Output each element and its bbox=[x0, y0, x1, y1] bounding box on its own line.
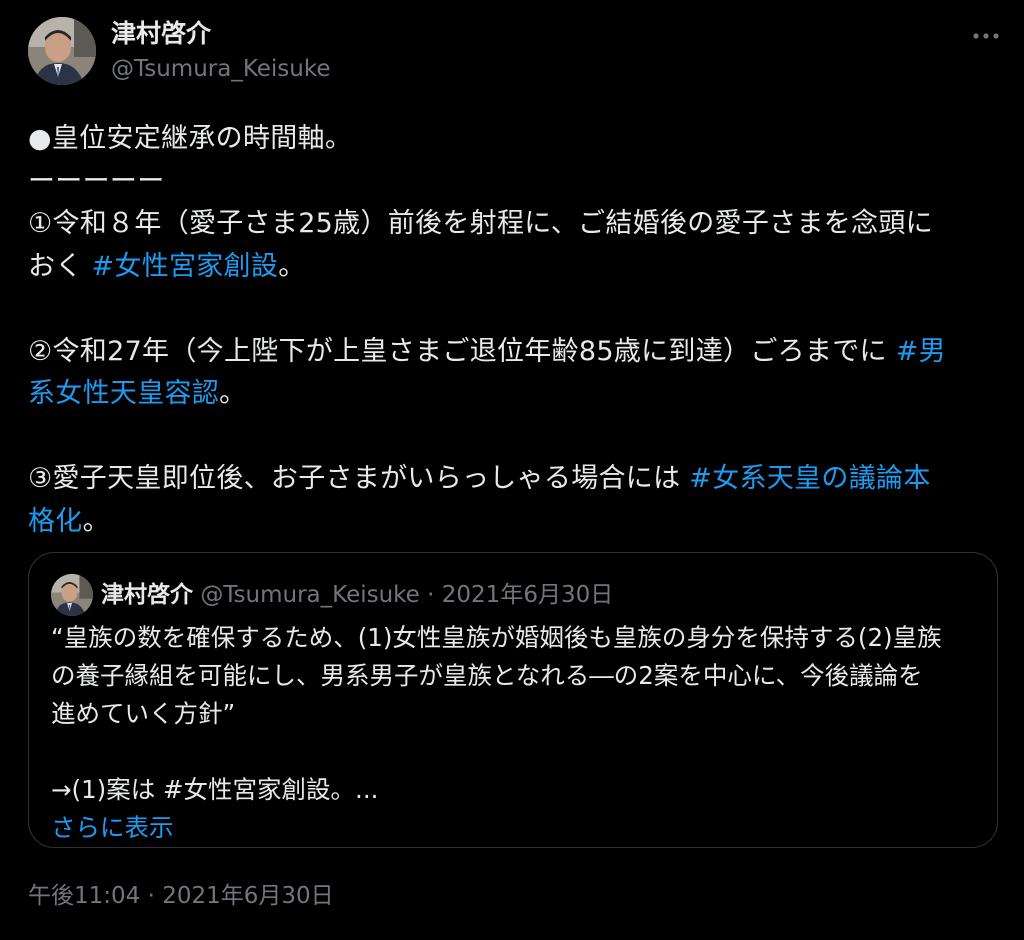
tweet-line: 系女性天皇容認。 bbox=[28, 373, 1003, 416]
hashtag-link[interactable]: 格化 bbox=[28, 506, 83, 537]
tweet-line-text: ーーーーー bbox=[28, 165, 165, 197]
quoted-tweet-card[interactable]: 津村啓介 @Tsumura_Keisuke · 2021年6月30日 “皇族の数… bbox=[28, 552, 998, 848]
quote-author-name[interactable]: 津村啓介 bbox=[101, 582, 193, 608]
hashtag-link[interactable]: #女系天皇の議論本 bbox=[689, 463, 930, 494]
quote-author-handle[interactable]: @Tsumura_Keisuke bbox=[200, 582, 420, 608]
tweet-line-text: ③愛子天皇即位後、お子さまがいらっしゃる場合には bbox=[28, 463, 690, 494]
hashtag-link[interactable]: #女性宮家創設 bbox=[91, 251, 278, 282]
quote-separator: · bbox=[419, 582, 442, 608]
hashtag-link[interactable]: #男 bbox=[896, 336, 946, 367]
quote-line bbox=[51, 733, 991, 771]
tweet-line: ①令和８年（愛子さま25歳）前後を射程に、ご結婚後の愛子さまを念頭に bbox=[28, 203, 1003, 246]
profile-photo-icon bbox=[51, 574, 93, 616]
quote-line: の養子縁組を可能にし、男系男子が皇族となれる―の2案を中心に、今後議論を bbox=[51, 661, 923, 690]
tweet-line-text: 。 bbox=[82, 505, 110, 537]
author-avatar[interactable] bbox=[28, 17, 96, 85]
profile-photo-icon bbox=[28, 17, 96, 85]
tweet-line-text: ●皇位安定継承の時間軸。 bbox=[28, 123, 353, 154]
quote-author-avatar[interactable] bbox=[51, 574, 93, 616]
tweet-line-text: 。 bbox=[278, 250, 306, 282]
tweet-line: ●皇位安定継承の時間軸。 bbox=[28, 118, 1003, 161]
quote-line: 進めていく方針” bbox=[51, 699, 236, 728]
tweet-text: ●皇位安定継承の時間軸。 ーーーーー ①令和８年（愛子さま25歳）前後を射程に、… bbox=[28, 118, 1003, 543]
quote-line: →(1)案は #女性宮家創設。... bbox=[51, 775, 379, 804]
tweet-line bbox=[28, 288, 1003, 331]
author-handle[interactable]: @Tsumura_Keisuke bbox=[111, 55, 331, 83]
tweet-line bbox=[28, 416, 1003, 459]
tweet-line: おく #女性宮家創設。 bbox=[28, 246, 1003, 289]
tweet-line-text: 。 bbox=[219, 378, 247, 409]
tweet-line: ②令和27年（今上陛下が上皇さまご退位年齢85歳に到達）ごろまでに #男 bbox=[28, 331, 1003, 374]
tweet: 津村啓介 @Tsumura_Keisuke ●皇位安定継承の時間軸。 ーーーーー… bbox=[0, 0, 1024, 940]
tweet-line-text: おく bbox=[28, 250, 92, 282]
tweet-line: 格化。 bbox=[28, 501, 1003, 544]
more-options-button[interactable] bbox=[968, 18, 1004, 54]
hashtag-link[interactable]: 系女性天皇容認 bbox=[28, 378, 219, 409]
quote-date[interactable]: 2021年6月30日 bbox=[442, 582, 613, 608]
author-name[interactable]: 津村啓介 bbox=[111, 19, 211, 49]
quote-line: “皇族の数を確保するため、(1)女性皇族が婚姻後も皇族の身分を保持する(2)皇族 bbox=[51, 623, 942, 652]
show-more-link[interactable]: さらに表示 bbox=[51, 809, 991, 847]
tweet-line: ーーーーー bbox=[28, 161, 1003, 204]
tweet-line: ③愛子天皇即位後、お子さまがいらっしゃる場合には #女系天皇の議論本 bbox=[28, 458, 1003, 501]
tweet-line-text: ①令和８年（愛子さま25歳）前後を射程に、ご結婚後の愛子さまを念頭に bbox=[28, 208, 933, 239]
ellipsis-icon bbox=[973, 33, 999, 39]
tweet-line-text: ②令和27年（今上陛下が上皇さまご退位年齢85歳に到達）ごろまでに bbox=[28, 335, 896, 367]
tweet-timestamp[interactable]: 午後11:04 · 2021年6月30日 bbox=[28, 880, 334, 912]
quote-text: “皇族の数を確保するため、(1)女性皇族が婚姻後も皇族の身分を保持する(2)皇族… bbox=[51, 619, 991, 847]
quote-header: 津村啓介 @Tsumura_Keisuke · 2021年6月30日 bbox=[101, 580, 613, 610]
